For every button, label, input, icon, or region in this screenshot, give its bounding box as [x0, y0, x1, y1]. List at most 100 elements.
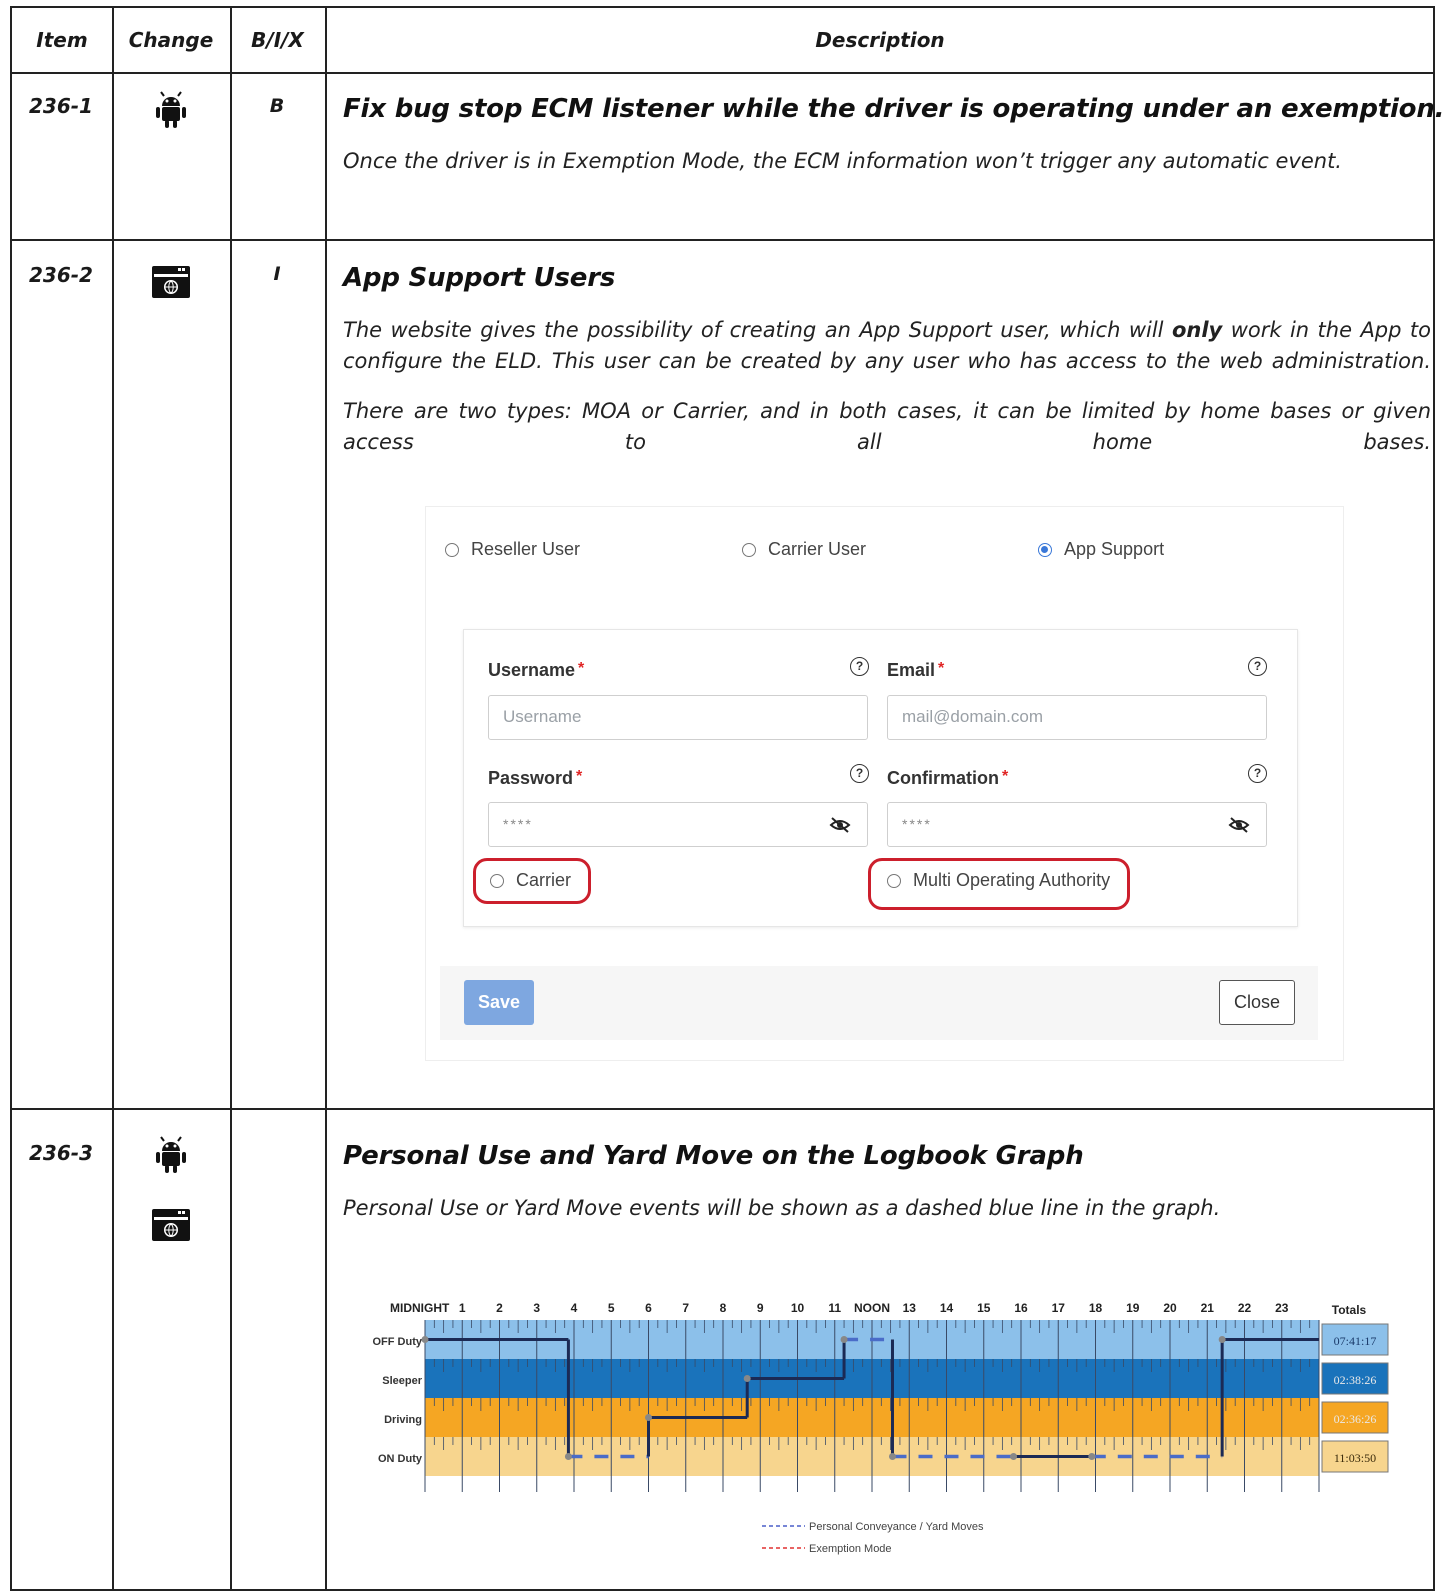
column-divider — [112, 8, 114, 1589]
row-description: Personal Use or Yard Move events will be… — [343, 1196, 1221, 1220]
radio-selected-icon[interactable] — [1038, 542, 1052, 557]
username-input[interactable]: Username — [488, 695, 868, 740]
row-title: App Support Users — [343, 263, 616, 293]
hour-label: 22 — [1238, 1301, 1252, 1315]
hour-label: 2 — [496, 1301, 503, 1315]
row-title: Personal Use and Yard Move on the Logboo… — [343, 1141, 1084, 1171]
hour-label: NOON — [854, 1301, 890, 1315]
row-item-id: 236-1 — [29, 94, 93, 118]
row-title: Fix bug stop ECM listener while the driv… — [343, 94, 1445, 124]
row-divider — [12, 239, 1433, 241]
password-label: Password * — [488, 768, 582, 789]
hour-label: 10 — [791, 1301, 805, 1315]
row-description: Once the driver is in Exemption Mode, th… — [343, 149, 1342, 173]
header-description: Description — [815, 28, 945, 52]
hour-label: MIDNIGHT — [390, 1301, 450, 1315]
eye-slash-icon[interactable] — [829, 816, 851, 834]
hour-label: 19 — [1126, 1301, 1140, 1315]
total-value: 11:03:50 — [1334, 1451, 1376, 1465]
hour-label: 9 — [757, 1301, 764, 1315]
header-bix: B/I/X — [251, 28, 304, 52]
radio-label: App Support — [1064, 539, 1165, 559]
legend-label: Personal Conveyance / Yard Moves — [809, 1521, 984, 1533]
hour-label: 11 — [828, 1301, 841, 1315]
username-label: Username * — [488, 660, 584, 681]
total-value: 07:41:17 — [1334, 1334, 1377, 1348]
status-row-label: ON Duty — [378, 1453, 423, 1465]
eye-slash-icon[interactable] — [1228, 816, 1250, 834]
event-point — [888, 1453, 896, 1460]
hour-label: 23 — [1275, 1301, 1289, 1315]
hour-label: 1 — [459, 1301, 466, 1315]
confirmation-input[interactable]: **** — [887, 802, 1267, 847]
event-point — [840, 1336, 848, 1343]
hour-label: 16 — [1014, 1301, 1028, 1315]
highlight-circle — [868, 858, 1130, 910]
label-text: Confirmation — [887, 768, 999, 788]
label-text: Password — [488, 768, 574, 788]
event-point — [1010, 1453, 1018, 1460]
user-type-carrier[interactable]: Carrier User — [742, 539, 866, 560]
total-value: 02:36:26 — [1334, 1412, 1377, 1426]
legend-label: Exemption Mode — [809, 1543, 892, 1555]
status-row-label: Driving — [384, 1414, 422, 1426]
event-point — [421, 1336, 429, 1343]
hour-label: 21 — [1201, 1301, 1215, 1315]
help-icon[interactable]: ? — [850, 764, 869, 783]
logbook-graph-svg: OFF Duty Sleeper Driving ON Duty MIDNIGHT 1 2 3… — [373, 1301, 1389, 1555]
hour-label: 5 — [608, 1301, 615, 1315]
save-button[interactable]: Save — [464, 980, 534, 1025]
hour-label: 15 — [977, 1301, 991, 1315]
status-row-label: OFF Duty — [373, 1336, 423, 1348]
hour-label: 17 — [1052, 1301, 1066, 1315]
android-icon — [156, 1136, 186, 1173]
hour-label: 8 — [720, 1301, 727, 1315]
column-divider — [325, 8, 327, 1589]
radio-label: Reseller User — [471, 539, 581, 559]
status-row-label: Sleeper — [382, 1375, 422, 1387]
column-divider — [230, 8, 232, 1589]
event-point — [743, 1375, 751, 1382]
row-description: The website gives the possibility of cre… — [343, 315, 1431, 377]
row-bix: B — [269, 95, 285, 117]
radio-icon[interactable] — [742, 542, 756, 557]
header-item: Item — [36, 28, 88, 52]
user-type-reseller[interactable]: Reseller User — [445, 539, 580, 560]
android-icon — [156, 91, 186, 128]
row-bix: I — [273, 263, 281, 285]
hour-label: 6 — [645, 1301, 652, 1315]
highlight-circle — [473, 858, 591, 904]
required-mark: * — [578, 660, 585, 677]
help-icon[interactable]: ? — [1248, 764, 1267, 783]
required-mark: * — [576, 768, 583, 785]
required-mark: * — [1002, 768, 1009, 785]
hour-label: 4 — [571, 1301, 578, 1315]
email-input[interactable]: mail@domain.com — [887, 695, 1267, 740]
help-icon[interactable]: ? — [850, 657, 869, 676]
label-text: Email — [887, 660, 936, 680]
description-text: The website gives the possibility of cre… — [343, 318, 1164, 342]
email-label: Email * — [887, 660, 944, 681]
user-type-app-support[interactable]: App Support — [1038, 539, 1164, 560]
row-item-id: 236-3 — [29, 1141, 93, 1165]
row-divider — [12, 72, 1433, 74]
required-mark: * — [938, 660, 945, 677]
confirmation-value: **** — [902, 816, 932, 832]
close-button[interactable]: Close — [1219, 980, 1295, 1025]
hour-label: 20 — [1163, 1301, 1177, 1315]
hour-label: 14 — [940, 1301, 954, 1315]
user-details-card: Username * ? Email * ? Username mail@domai… — [463, 629, 1298, 927]
event-point — [564, 1453, 572, 1460]
password-input[interactable]: **** — [488, 802, 868, 847]
radio-icon[interactable] — [445, 542, 459, 557]
event-point — [1218, 1336, 1226, 1343]
description-emphasis: only — [1171, 318, 1223, 342]
form-footer: Save Close — [440, 966, 1318, 1040]
password-value: **** — [503, 816, 533, 832]
event-point — [1088, 1453, 1096, 1460]
help-icon[interactable]: ? — [1248, 657, 1267, 676]
confirmation-label: Confirmation * — [887, 768, 1008, 789]
hour-label: 18 — [1089, 1301, 1103, 1315]
event-point — [645, 1414, 652, 1421]
radio-label: Carrier User — [768, 539, 867, 559]
